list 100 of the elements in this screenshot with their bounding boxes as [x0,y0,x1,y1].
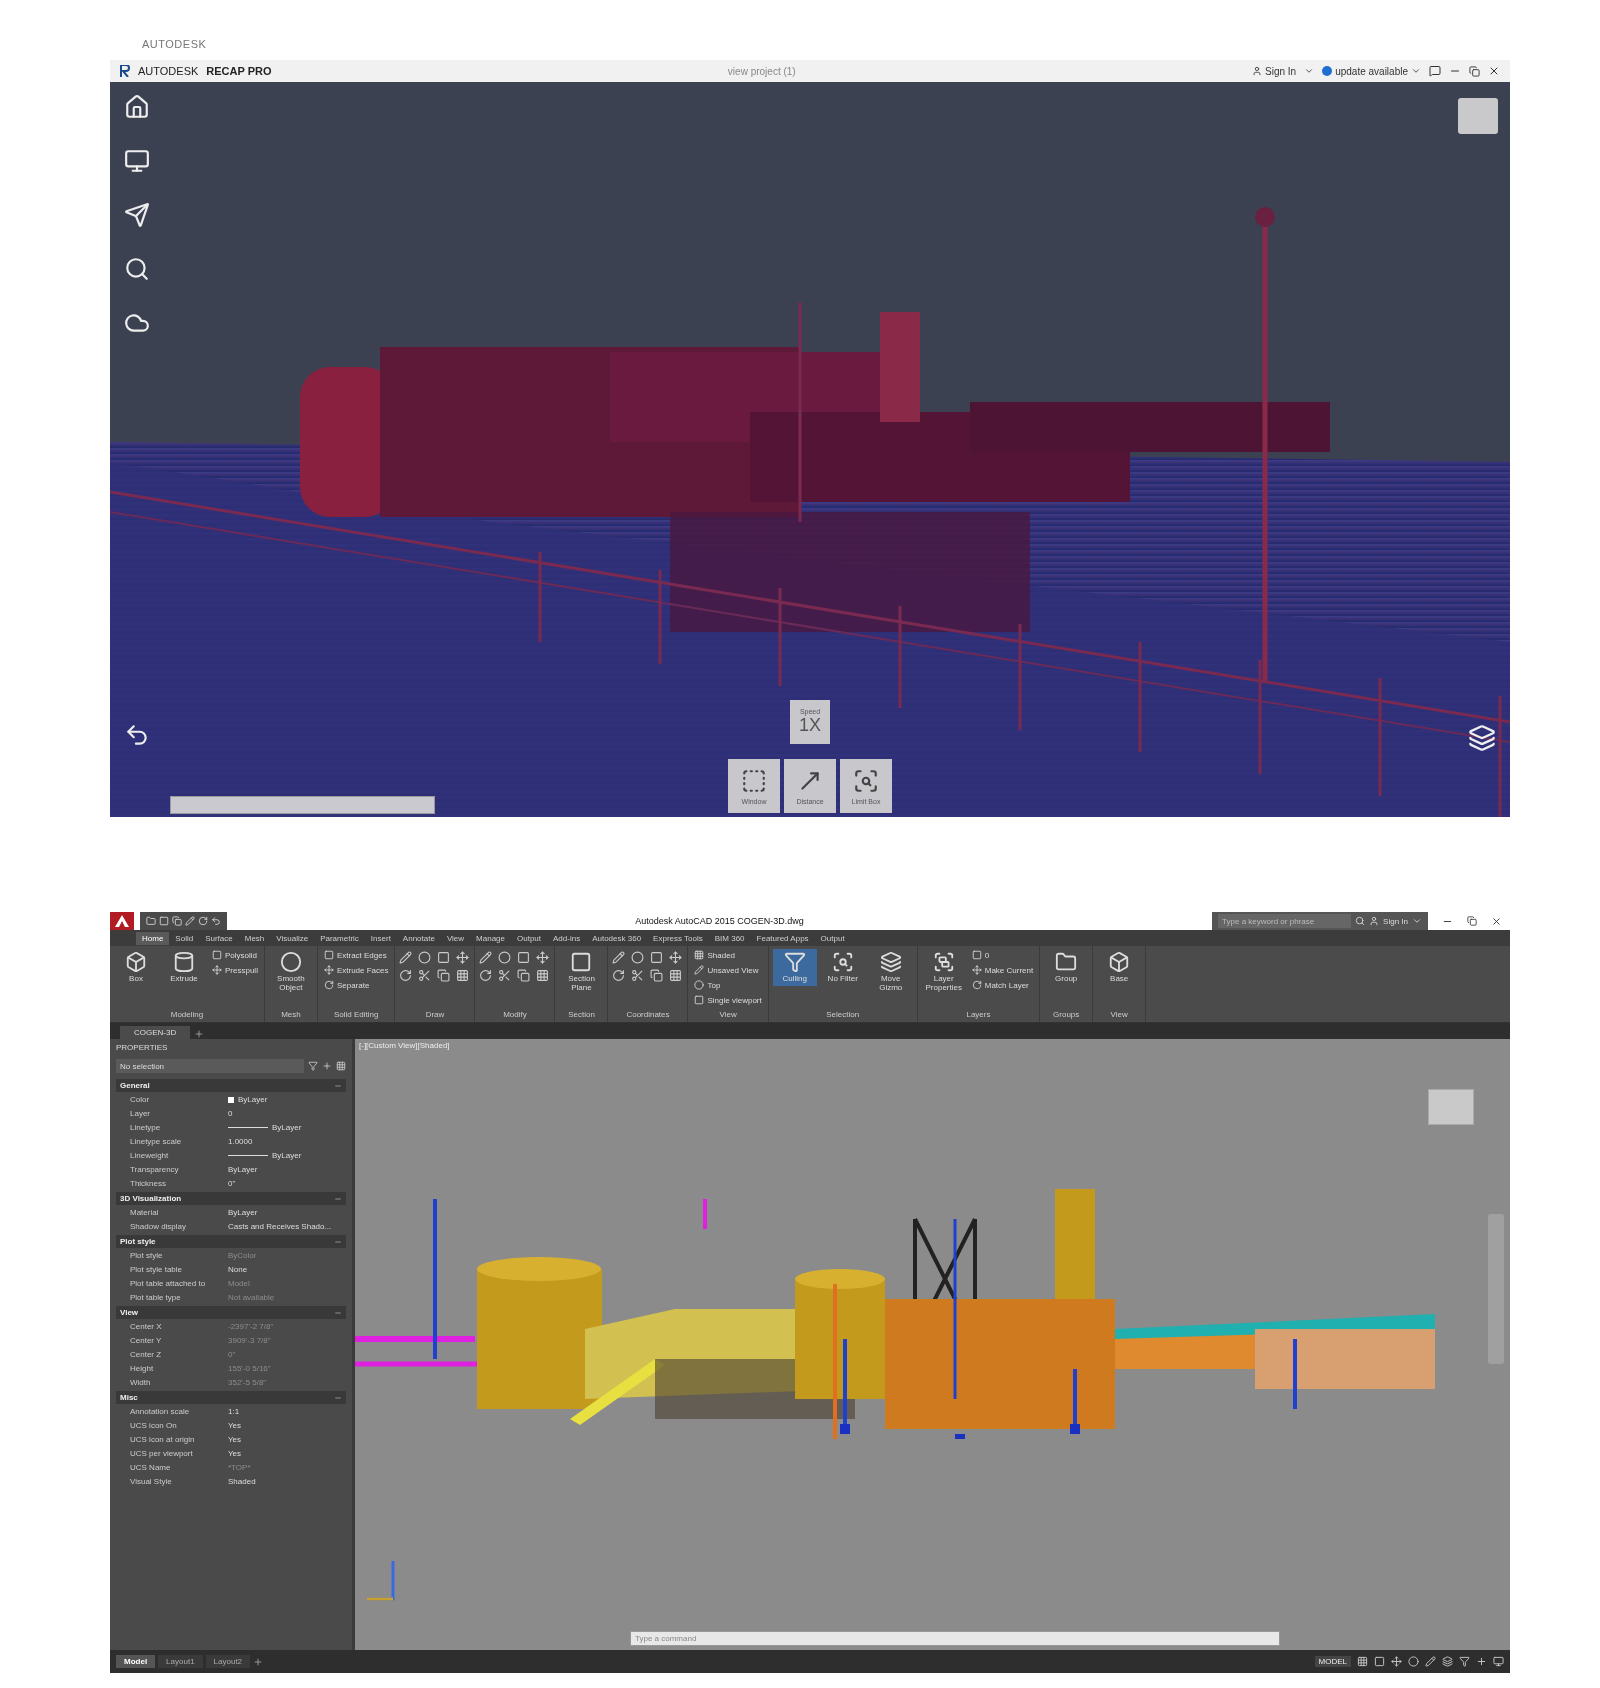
search-icon[interactable] [1355,916,1366,926]
file-tab[interactable]: COGEN-3D [120,1026,191,1039]
panel-label[interactable]: Coordinates [612,1010,684,1022]
ribbon-button[interactable]: Polysolid [210,949,260,961]
tool-icon[interactable] [479,969,494,982]
property-value[interactable]: ByLayer [228,1123,346,1132]
ribbon-button[interactable]: Box [114,949,158,986]
status-icon[interactable] [1357,1656,1368,1667]
property-value[interactable]: Casts and Receives Shado... [228,1222,346,1231]
ribbon-button[interactable]: 0 [969,949,1036,961]
section-header[interactable]: Plot style [116,1235,346,1248]
tool-icon[interactable] [517,951,532,964]
tool-icon[interactable] [517,969,532,982]
update-link[interactable]: update available [1322,65,1421,77]
tool-icon[interactable] [437,951,452,964]
toolbar-icon[interactable] [211,916,221,926]
status-icon[interactable] [1408,1656,1419,1667]
ribbon-tab[interactable]: Solid [169,931,200,945]
ribbon-tab[interactable]: Express Tools [647,931,709,945]
space-toggle[interactable]: MODEL [1314,1656,1351,1667]
ribbon-button[interactable]: Shaded [692,949,764,961]
tool-icon[interactable] [456,969,471,982]
ribbon-tab[interactable]: Manage [470,931,511,945]
close-icon[interactable] [1488,65,1500,77]
search-icon[interactable] [124,256,150,282]
tool-icon[interactable] [612,951,627,964]
status-icon[interactable] [1425,1656,1436,1667]
panel-label[interactable]: Layers [921,1010,1036,1022]
sign-in-link[interactable]: Sign In [1383,916,1408,926]
property-value[interactable]: ByLayer [228,1165,346,1174]
property-value[interactable]: 0" [228,1179,346,1188]
status-icon[interactable] [1442,1656,1453,1667]
ribbon-button[interactable]: Group [1044,949,1089,986]
panel-label[interactable]: Solid Editing [321,1010,391,1022]
app-logo-icon[interactable] [110,912,134,930]
panel-label[interactable]: Selection [772,1010,913,1022]
panel-label[interactable]: View [692,1010,764,1022]
sign-in-link[interactable]: Sign In [1252,65,1297,77]
section-header[interactable]: View [116,1306,346,1319]
property-value[interactable]: Yes [228,1421,346,1430]
toolbar-icon[interactable] [198,916,208,926]
tool-icon[interactable] [399,951,414,964]
layout-tab[interactable]: Model [116,1655,156,1668]
ribbon-button[interactable]: Section Plane [559,949,604,995]
ribbon-button[interactable]: Presspull [210,964,260,976]
ribbon-button[interactable]: Separate [321,979,391,991]
new-tab-icon[interactable] [194,1029,205,1039]
property-value[interactable]: ByLayer [228,1208,346,1217]
ribbon-button[interactable]: Base [1097,949,1142,986]
ribbon-button[interactable]: Make Current [969,964,1036,976]
property-value[interactable]: 1:1 [228,1407,346,1416]
ribbon-tab[interactable]: Annotate [396,931,441,945]
tool-icon[interactable] [479,951,494,964]
ribbon-tab[interactable]: Home [136,931,170,945]
section-header[interactable]: 3D Visualization [116,1192,346,1205]
panel-label[interactable]: Modify [479,1010,551,1022]
section-header[interactable]: Misc [116,1391,346,1404]
tool-icon[interactable] [536,951,551,964]
caret-icon[interactable] [1412,916,1422,926]
restore-icon[interactable] [1467,915,1477,926]
ribbon-tab[interactable]: Add-ins [547,931,587,945]
tool-icon[interactable] [536,969,551,982]
ribbon-tab[interactable]: Mesh [238,931,271,945]
tool-icon[interactable] [456,951,471,964]
toolbar-icon[interactable] [172,916,182,926]
property-value[interactable]: ByLayer [228,1095,346,1104]
status-icon[interactable] [1374,1656,1385,1667]
tool-icon[interactable] [418,951,433,964]
paper-plane-icon[interactable] [124,202,150,228]
search-field[interactable]: Type a keyword or phrase [1218,914,1352,928]
ribbon-button[interactable]: Single viewport [692,994,764,1006]
ribbon-tab[interactable]: Parametric [314,931,365,945]
toolbar-icon[interactable] [146,916,156,926]
ribbon-tab[interactable]: Featured Apps [750,931,815,945]
toolbar-icon[interactable] [159,916,169,926]
tool-icon[interactable] [631,951,646,964]
section-header[interactable]: General [116,1079,346,1092]
panel-label[interactable]: Section [559,1010,604,1022]
ribbon-tab[interactable]: Autodesk 360 [586,931,648,945]
ribbon-button[interactable]: Extract Edges [321,949,391,961]
property-value[interactable]: ByLayer [228,1151,346,1160]
ribbon-button[interactable]: Move Gizmo [868,949,913,995]
tool-icon[interactable] [498,951,513,964]
panel-label[interactable]: Groups [1044,1010,1089,1022]
property-value[interactable]: None [228,1265,346,1274]
property-value[interactable]: 0 [228,1109,346,1118]
layout-tab[interactable]: Layout1 [158,1655,203,1668]
status-icon[interactable] [1459,1656,1470,1667]
property-value[interactable]: Shaded [228,1477,346,1486]
property-value[interactable]: Yes [228,1435,346,1444]
tool-icon[interactable] [650,969,665,982]
ribbon-button[interactable]: No Filter [820,949,865,986]
property-value[interactable]: 1.0000 [228,1137,346,1146]
layers-icon[interactable] [1468,724,1496,752]
toolbar-icon[interactable] [185,916,195,926]
new-tab-icon[interactable] [253,1656,264,1667]
property-value[interactable]: Yes [228,1449,346,1458]
ribbon-button[interactable]: Unsaved View [692,964,764,976]
ribbon-tab[interactable]: View [440,931,471,945]
chat-icon[interactable] [1429,65,1441,77]
